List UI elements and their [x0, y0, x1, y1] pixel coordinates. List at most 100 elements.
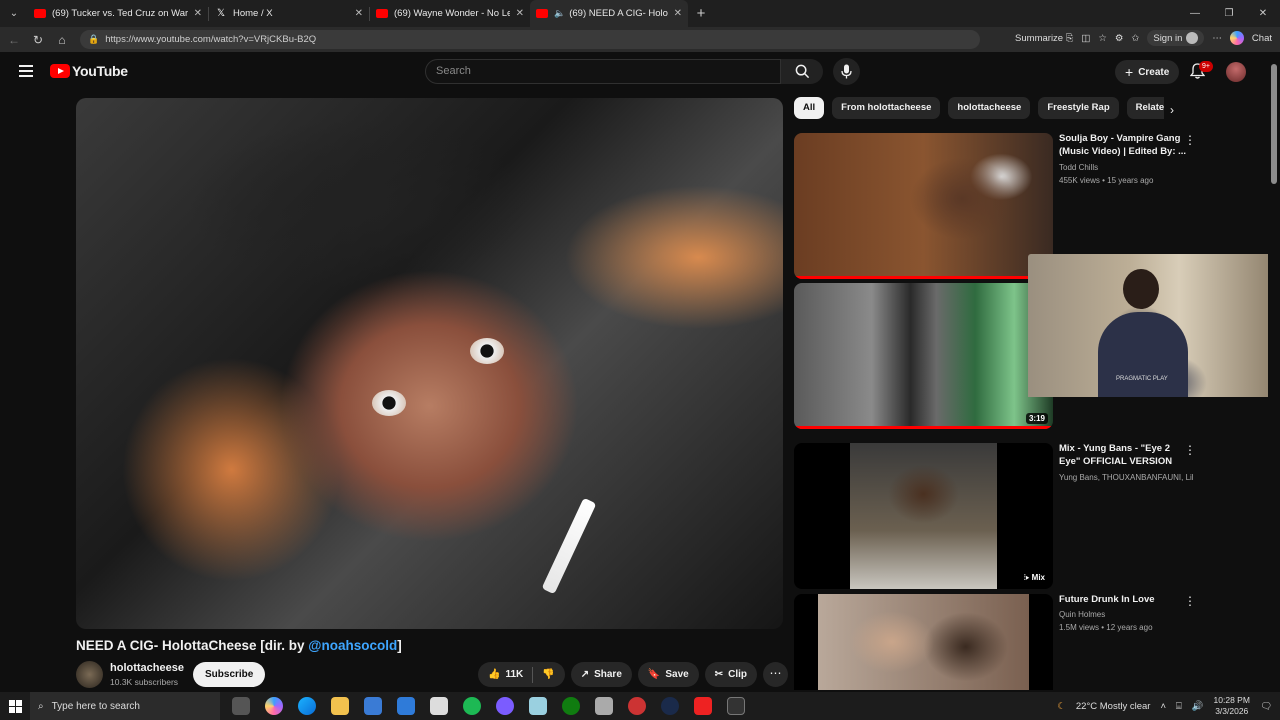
browser-tab[interactable]: 𝕏 Home / X ✕	[209, 0, 369, 27]
recommendation-title[interactable]: Mix - Yung Bans - "Eye 2 Eye" OFFICIAL V…	[1059, 443, 1189, 468]
speaker-icon[interactable]: 🔈	[554, 8, 565, 19]
mention-link[interactable]: @noahsocold	[308, 638, 397, 653]
voice-search-button[interactable]	[833, 58, 860, 85]
channel-row: holottacheese 10.3K subscribers Subscrib…	[76, 659, 788, 691]
save-button[interactable]: 🔖 Save	[637, 662, 699, 687]
recommendation-channel[interactable]: Quin Holmes	[1059, 609, 1194, 622]
search-input[interactable]: Search	[425, 59, 781, 84]
network-icon[interactable]: ⌸	[1176, 701, 1182, 712]
like-count[interactable]: 11K	[505, 669, 523, 680]
account-avatar[interactable]	[1226, 62, 1246, 82]
recommendation-item[interactable]: Future Drunk In Love Quin Holmes 1.5M vi…	[794, 594, 1204, 690]
notification-badge: 9+	[1199, 61, 1213, 72]
mail-icon[interactable]	[397, 697, 415, 715]
video-thumbnail[interactable]	[794, 133, 1053, 279]
close-icon[interactable]: ✕	[194, 8, 202, 19]
refresh-icon[interactable]: ↻	[26, 33, 50, 47]
chevron-up-icon[interactable]: ˄	[1160, 701, 1166, 712]
recommendation-channel[interactable]: Todd Chills	[1059, 162, 1194, 175]
recommendation-channel[interactable]: Yung Bans, THOUXANBANFAUNI, Lil...	[1059, 472, 1194, 485]
video-player[interactable]	[76, 98, 783, 629]
thumbs-down-icon[interactable]: 👎	[542, 669, 554, 680]
app-icon[interactable]	[628, 697, 646, 715]
browser-tab[interactable]: (69) Wayne Wonder - No Letting G ✕	[370, 0, 530, 27]
app-icon[interactable]	[595, 697, 613, 715]
more-options-icon[interactable]: ⋯	[1212, 33, 1222, 44]
home-icon[interactable]: ⌂	[50, 33, 74, 47]
more-actions-button[interactable]: ⋯	[762, 662, 788, 687]
more-vert-icon[interactable]: ⋮	[1184, 133, 1196, 147]
app-icon[interactable]	[529, 697, 547, 715]
chip-freestyle-rap[interactable]: Freestyle Rap	[1038, 97, 1119, 119]
recommendation-title[interactable]: Soulja Boy - Vampire Gang (Music Video) …	[1059, 133, 1189, 158]
video-thumbnail[interactable]: 3:19	[794, 283, 1053, 429]
split-screen-icon[interactable]: ◫	[1081, 33, 1090, 44]
tab-actions-menu[interactable]: ⌄	[0, 0, 28, 27]
channel-name[interactable]: holottacheese	[110, 662, 184, 674]
close-icon[interactable]: ✕	[674, 8, 682, 19]
menu-icon[interactable]	[19, 65, 33, 77]
channel-avatar[interactable]	[76, 661, 103, 688]
chip-from-channel[interactable]: From holottacheese	[832, 97, 941, 119]
subscribe-button[interactable]: Subscribe	[193, 662, 266, 687]
sign-in-button[interactable]: Sign in	[1147, 30, 1205, 46]
taskbar-search[interactable]: ⌕ Type here to search	[30, 692, 220, 720]
store-icon[interactable]	[364, 697, 382, 715]
edge-icon[interactable]	[298, 697, 316, 715]
minimize-icon[interactable]: —	[1178, 0, 1212, 27]
chat-app-icon[interactable]	[496, 697, 514, 715]
chat-button[interactable]: Chat	[1252, 33, 1272, 44]
search-icon	[795, 64, 809, 79]
url-field[interactable]: 🔒 https://www.youtube.com/watch?v=VRjCKB…	[80, 30, 980, 49]
app-icon[interactable]	[694, 697, 712, 715]
volume-icon[interactable]: 🔊	[1192, 701, 1204, 712]
clock[interactable]: 10:28 PM 3/3/2026	[1214, 695, 1250, 717]
back-icon[interactable]: ←	[2, 33, 26, 47]
more-vert-icon[interactable]: ⋮	[1184, 443, 1196, 457]
thumbs-up-icon[interactable]: 👍	[488, 669, 500, 680]
spotify-icon[interactable]	[463, 697, 481, 715]
scrollbar-thumb[interactable]	[1271, 64, 1277, 184]
chip-all[interactable]: All	[794, 97, 825, 119]
search-button[interactable]	[781, 59, 823, 84]
close-icon[interactable]: ✕	[516, 8, 524, 19]
chip-channel[interactable]: holottacheese	[948, 97, 1031, 119]
close-icon[interactable]: ✕	[355, 8, 363, 19]
video-thumbnail[interactable]: ⫶▸ Mix	[794, 443, 1053, 589]
chevron-right-icon[interactable]: ›	[1170, 103, 1174, 117]
favorite-star-icon[interactable]: ☆	[1098, 33, 1107, 44]
clip-button[interactable]: ✂ Clip	[704, 662, 757, 687]
windows-start-button[interactable]	[0, 699, 30, 713]
favorites-icon[interactable]: ✩	[1131, 33, 1139, 44]
weather-icon[interactable]: ☾	[1057, 701, 1066, 712]
page-scrollbar[interactable]	[1268, 52, 1280, 690]
share-button[interactable]: ↗ Share	[570, 662, 632, 687]
extensions-icon[interactable]: ⚙	[1115, 33, 1124, 44]
x-icon: 𝕏	[216, 8, 226, 19]
recommendation-stats: 455K views • 15 years ago	[1059, 176, 1154, 185]
browser-tab[interactable]: (69) Tucker vs. Ted Cruz on War w ✕	[28, 0, 208, 27]
notification-center-icon[interactable]: 🗨	[1260, 701, 1272, 712]
close-window-icon[interactable]: ✕	[1246, 0, 1280, 27]
copilot-icon[interactable]	[265, 697, 283, 715]
epic-games-icon[interactable]	[727, 697, 745, 715]
video-thumbnail[interactable]	[794, 594, 1053, 690]
browser-tab-active[interactable]: 🔈 (69) NEED A CIG- HolottaChee ✕	[530, 0, 688, 27]
weather-text[interactable]: 22°C Mostly clear	[1076, 701, 1151, 712]
document-icon[interactable]	[430, 697, 448, 715]
app-icon[interactable]	[661, 697, 679, 715]
copilot-icon[interactable]	[1229, 31, 1244, 45]
file-explorer-icon[interactable]	[331, 697, 349, 715]
recommendation-item[interactable]: ⫶▸ Mix Mix - Yung Bans - "Eye 2 Eye" OFF…	[794, 443, 1204, 589]
recommendation-title[interactable]: Future Drunk In Love	[1059, 594, 1189, 607]
new-tab-button[interactable]: +	[688, 5, 714, 22]
xbox-icon[interactable]	[562, 697, 580, 715]
chip-related[interactable]: Related	[1126, 97, 1164, 119]
summarize-button[interactable]: Summarize ⎘	[1015, 33, 1073, 44]
create-button[interactable]: + Create	[1115, 60, 1180, 84]
restore-icon[interactable]: ❐	[1212, 0, 1246, 27]
more-vert-icon[interactable]: ⋮	[1184, 594, 1196, 608]
youtube-header: YouTube Search + Create 9+	[0, 52, 1268, 92]
youtube-logo[interactable]: YouTube	[50, 63, 128, 79]
task-view-icon[interactable]	[232, 697, 250, 715]
